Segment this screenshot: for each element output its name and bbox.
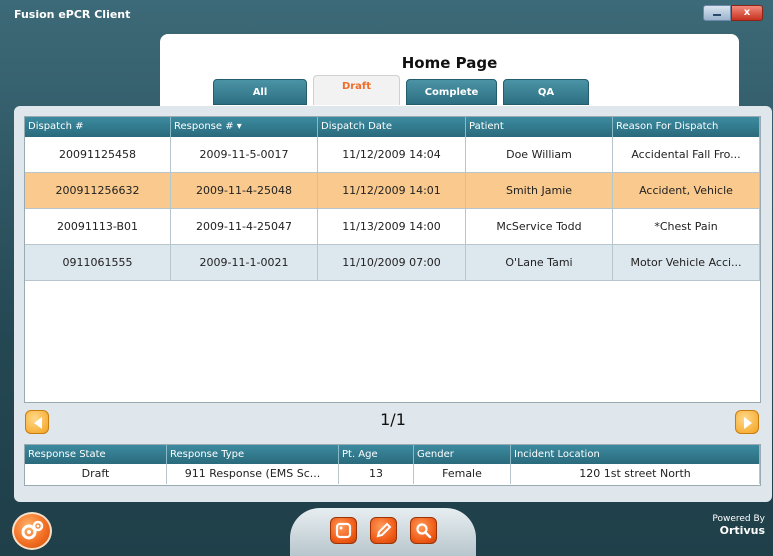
cell-dispatch-date: 11/12/2009 14:04 bbox=[318, 137, 466, 172]
powered-by-logo: Powered By Ortivus bbox=[712, 514, 765, 537]
cell-patient: Doe William bbox=[466, 137, 613, 172]
settings-button[interactable] bbox=[12, 512, 52, 550]
app-window: Fusion ePCR Client x Home Page All Draft… bbox=[0, 0, 773, 556]
tab-all[interactable]: All bbox=[213, 79, 307, 105]
cell-response: 2009-11-1-0021 bbox=[171, 245, 318, 280]
column-header-reason[interactable]: Reason For Dispatch bbox=[613, 117, 760, 137]
cell-patient: O'Lane Tami bbox=[466, 245, 613, 280]
content-panel: Dispatch # Response # ▾ Dispatch Date Pa… bbox=[14, 106, 772, 502]
table-row[interactable]: 20091113-B01 2009-11-4-25047 11/13/2009 … bbox=[25, 209, 760, 245]
cell-response: 2009-11-5-0017 bbox=[171, 137, 318, 172]
column-header-response-type: Response Type bbox=[167, 445, 339, 464]
column-header-response-state: Response State bbox=[25, 445, 167, 464]
gears-icon bbox=[21, 520, 44, 540]
edit-button[interactable] bbox=[370, 517, 397, 544]
cell-dispatch-date: 11/13/2009 14:00 bbox=[318, 209, 466, 244]
column-header-incident-location: Incident Location bbox=[511, 445, 760, 464]
cell-incident-location: 120 1st street North bbox=[511, 464, 760, 484]
cell-dispatch: 20091113-B01 bbox=[25, 209, 171, 244]
tab-qa[interactable]: QA bbox=[503, 79, 589, 105]
cell-response-type: 911 Response (EMS Sc... bbox=[167, 464, 339, 484]
table-row-selected[interactable]: 200911256632 2009-11-4-25048 11/12/2009 … bbox=[25, 173, 760, 209]
cell-dispatch-date: 11/10/2009 07:00 bbox=[318, 245, 466, 280]
powered-by-text: Powered By bbox=[712, 514, 765, 524]
toolbar bbox=[290, 508, 476, 556]
cell-reason: Motor Vehicle Acci... bbox=[613, 245, 760, 280]
close-button[interactable]: x bbox=[731, 5, 763, 21]
cell-reason: Accident, Vehicle bbox=[613, 173, 760, 208]
page-indicator: 1/1 bbox=[380, 410, 406, 429]
details-header: Response State Response Type Pt. Age Gen… bbox=[25, 445, 760, 464]
next-page-button[interactable] bbox=[735, 410, 759, 434]
tab-complete[interactable]: Complete bbox=[406, 79, 497, 105]
new-record-icon bbox=[335, 522, 352, 539]
cell-response-state: Draft bbox=[25, 464, 167, 484]
search-icon bbox=[416, 523, 432, 539]
cell-reason: *Chest Pain bbox=[613, 209, 760, 244]
cell-pt-age: 13 bbox=[339, 464, 414, 484]
records-table: Dispatch # Response # ▾ Dispatch Date Pa… bbox=[24, 116, 761, 403]
details-table: Response State Response Type Pt. Age Gen… bbox=[24, 444, 761, 486]
minimize-button[interactable] bbox=[703, 5, 731, 21]
cell-dispatch: 200911256632 bbox=[25, 173, 171, 208]
arrow-right-icon bbox=[744, 417, 752, 429]
column-header-gender: Gender bbox=[414, 445, 511, 464]
column-header-pt-age: Pt. Age bbox=[339, 445, 414, 464]
cell-dispatch-date: 11/12/2009 14:01 bbox=[318, 173, 466, 208]
search-button[interactable] bbox=[410, 517, 437, 544]
table-row[interactable]: 0911061555 2009-11-1-0021 11/10/2009 07:… bbox=[25, 245, 760, 281]
cell-dispatch: 0911061555 bbox=[25, 245, 171, 280]
pagination-bar: 1/1 bbox=[14, 406, 772, 440]
table-row[interactable]: 20091125458 2009-11-5-0017 11/12/2009 14… bbox=[25, 137, 760, 173]
cell-gender: Female bbox=[414, 464, 511, 484]
tab-draft[interactable]: Draft bbox=[313, 75, 400, 105]
cell-reason: Accidental Fall Fro... bbox=[613, 137, 760, 172]
column-header-patient[interactable]: Patient bbox=[466, 117, 613, 137]
brand-name: Ortivus bbox=[719, 524, 765, 537]
window-controls: x bbox=[703, 5, 763, 21]
column-header-response[interactable]: Response # ▾ bbox=[171, 117, 318, 137]
cell-response: 2009-11-4-25047 bbox=[171, 209, 318, 244]
cell-response: 2009-11-4-25048 bbox=[171, 173, 318, 208]
column-header-dispatch-date[interactable]: Dispatch Date bbox=[318, 117, 466, 137]
table-header: Dispatch # Response # ▾ Dispatch Date Pa… bbox=[25, 117, 760, 137]
cell-dispatch: 20091125458 bbox=[25, 137, 171, 172]
title-bar: Fusion ePCR Client x bbox=[0, 0, 773, 28]
cell-patient: McService Todd bbox=[466, 209, 613, 244]
app-title: Fusion ePCR Client bbox=[14, 8, 131, 21]
new-record-button[interactable] bbox=[330, 517, 357, 544]
pencil-icon bbox=[376, 522, 392, 538]
page-title: Home Page bbox=[401, 54, 498, 72]
details-row: Draft 911 Response (EMS Sc... 13 Female … bbox=[25, 464, 760, 484]
column-header-dispatch[interactable]: Dispatch # bbox=[25, 117, 171, 137]
cell-patient: Smith Jamie bbox=[466, 173, 613, 208]
